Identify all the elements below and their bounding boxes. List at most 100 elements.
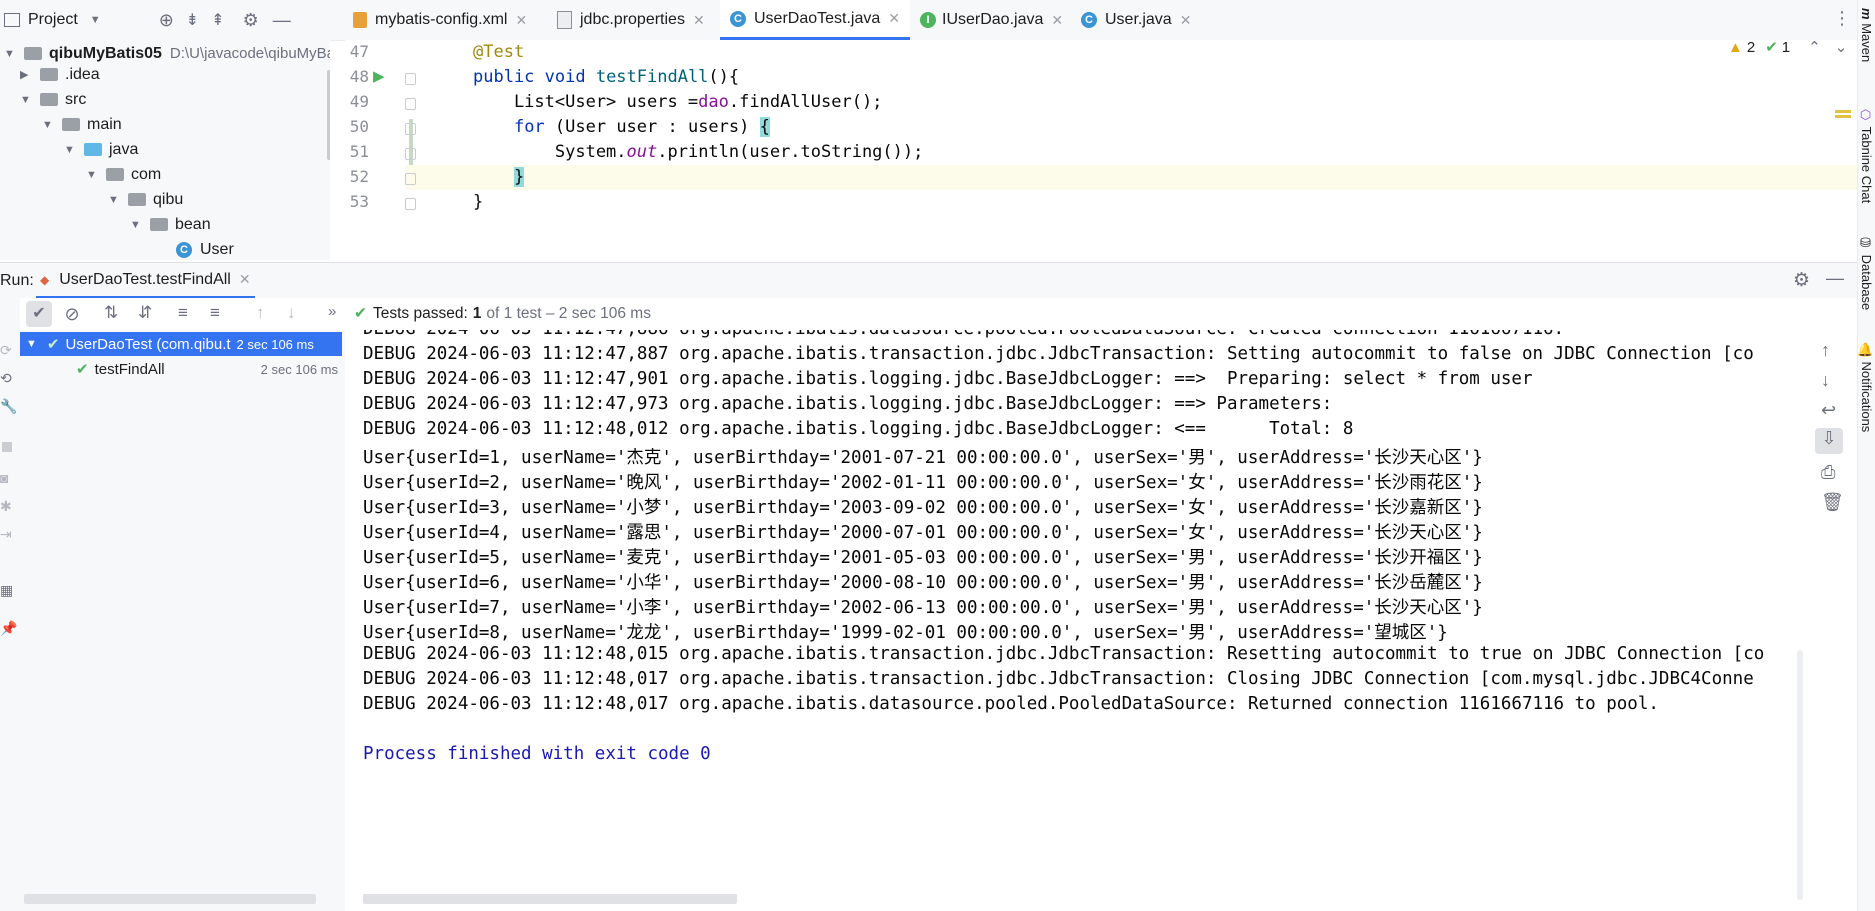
test-status: ✔ Tests passed: 1 of 1 test – 2 sec 106 … [354,304,651,323]
show-passed-toggle[interactable]: ✔ [26,301,52,327]
database-tab[interactable]: ⛁ Database [1859,236,1874,310]
notifications-label: Notifications [1859,361,1874,433]
sort-duration-icon[interactable]: ⇵ [138,303,152,323]
close-icon[interactable]: ✕ [515,12,527,29]
tree-item-label: qibu [153,190,184,208]
database-label: Database [1859,254,1874,311]
chevron-right-icon[interactable]: ▶ [20,68,34,81]
tabnine-chat-tab[interactable]: ⬡ Tabnine Chat [1859,108,1874,203]
console-line: DEBUG 2024-06-03 11:12:47,973 org.apache… [363,394,1343,414]
console-vertical-scrollbar[interactable] [1797,650,1803,900]
console-output[interactable]: DEBUG 2024-06-03 11:12:47,886 org.apache… [345,330,1805,911]
wrench-icon[interactable]: 🔧 [0,398,17,415]
tree-horizontal-scrollbar[interactable] [24,894,316,904]
chevron-down-icon[interactable]: ⌄ [1835,38,1848,56]
next-test-icon[interactable]: ↓ [287,303,296,323]
maven-tab[interactable]: m Maven [1859,8,1874,62]
tabnine-label: Tabnine Chat [1859,126,1874,204]
tab-user[interactable]: C User.java ✕ [1081,0,1191,40]
stop-icon[interactable] [2,442,12,452]
close-icon[interactable]: ✕ [239,271,251,288]
console-line: DEBUG 2024-06-03 11:12:47,886 org.apache… [363,330,1564,339]
fold-marker-icon[interactable] [405,98,416,110]
tab-mybatis-config[interactable]: mybatis-config.xml ✕ [353,0,527,40]
close-icon[interactable]: ✕ [888,10,900,27]
previous-test-icon[interactable]: ↑ [256,303,265,323]
tree-item-label: qibuMyBatis05 [49,44,162,62]
chevron-down-icon[interactable]: ▼ [64,144,78,156]
pin-icon[interactable]: 📌 [0,620,17,637]
tree-item-main[interactable]: ▼ main [42,112,122,137]
run-test-icon[interactable]: ▶ [373,67,385,85]
tree-scrollbar[interactable] [327,70,330,160]
print-icon[interactable]: ⎙ [1821,462,1835,483]
chevron-down-icon[interactable]: ▼ [26,338,37,350]
gear-icon[interactable]: ⚙ [243,10,259,31]
inspection-widget[interactable]: ▲ 2 ✔ 1 ⌃ ⌄ [1728,38,1848,57]
tree-item-user[interactable]: C User [176,237,234,260]
chevron-down-icon[interactable]: ▼ [20,94,34,106]
chevron-down-icon[interactable]: ▼ [130,219,144,231]
notifications-tab[interactable]: 🔔 Notifications [1859,342,1874,432]
tree-item-src[interactable]: ▼ src [20,87,86,112]
hide-panel-icon[interactable]: — [1826,268,1844,289]
show-ignored-icon[interactable]: ⊘ [60,302,84,326]
console-line: User{userId=8, userName='龙龙', userBirthd… [363,623,1448,643]
more-tabs-icon[interactable]: ⋮ [1833,8,1851,29]
tab-jdbc-properties[interactable]: jdbc.properties ✕ [557,0,705,40]
hide-panel-icon[interactable]: — [273,10,291,31]
tree-item-label: com [131,165,162,183]
tree-item-com[interactable]: ▼ com [86,162,161,187]
project-view-selector[interactable]: Project [28,11,78,29]
console-line: DEBUG 2024-06-03 11:12:48,015 org.apache… [363,644,1765,664]
camera-icon[interactable]: ◙ [0,470,8,486]
arrow-up-icon[interactable]: ↑ [1821,340,1830,361]
more-icon[interactable]: » [328,303,336,320]
expand-all-icon[interactable]: ⇟ [186,10,199,30]
tree-item-label: java [109,140,139,158]
expand-all-icon[interactable]: ≡ [178,303,188,323]
chevron-down-icon[interactable]: ▼ [90,14,101,26]
rerun-failed-icon[interactable]: ⟳ [0,342,12,359]
code-line: @Test [473,42,525,62]
chevron-down-icon[interactable]: ▼ [4,48,18,60]
gear-icon[interactable]: ⚙ [1793,269,1810,292]
fold-marker-icon[interactable] [405,73,416,85]
tab-userdaotest[interactable]: C UserDaoTest.java ✕ [720,0,911,40]
locate-icon[interactable]: ⊕ [159,10,174,31]
chevron-up-icon[interactable]: ⌃ [1808,38,1821,56]
arrow-down-icon[interactable]: ↓ [1821,370,1830,391]
run-tab[interactable]: ◆ UserDaoTest.testFindAll ✕ [36,263,255,299]
toggle-auto-test-icon[interactable]: ⟲ [0,370,12,387]
close-icon[interactable]: ✕ [1051,12,1063,29]
tree-item-java[interactable]: ▼ java [64,137,138,162]
trash-icon[interactable]: 🗑 [1821,492,1844,513]
tab-label: mybatis-config.xml [375,11,508,28]
collapse-all-icon[interactable]: ⇞ [211,10,224,30]
export-icon[interactable]: ⇥ [0,526,12,543]
test-suite-row[interactable]: ▼ ✔ UserDaoTest (com.qibu.t 2 sec 106 ms [20,332,342,356]
layout-icon[interactable]: ▦ [0,582,13,599]
fold-marker-icon[interactable] [405,198,416,210]
tree-item-idea[interactable]: ▶ .idea [20,62,100,87]
scroll-to-end-icon[interactable]: ⇩ [1815,428,1843,454]
collapse-all-icon[interactable]: ≡ [210,303,220,323]
sort-alpha-icon[interactable]: ⇅ [104,303,118,323]
soft-wrap-icon[interactable]: ↩ [1821,400,1836,421]
fold-marker-icon[interactable] [405,148,416,160]
console-horizontal-scrollbar[interactable] [363,894,737,904]
coverage-icon[interactable]: ✱ [0,498,12,515]
tree-item-qibu[interactable]: ▼ qibu [108,187,183,212]
test-case-label: testFindAll [94,360,165,378]
close-icon[interactable]: ✕ [693,12,705,29]
tree-item-bean[interactable]: ▼ bean [130,212,211,237]
fold-marker-icon[interactable] [405,173,416,185]
fold-marker-icon[interactable] [405,123,416,135]
chevron-down-icon[interactable]: ▼ [108,194,122,206]
chevron-down-icon[interactable]: ▼ [86,169,100,181]
test-case-row[interactable]: ✔ testFindAll 2 sec 106 ms [20,357,342,381]
tab-iuserdao[interactable]: I IUserDao.java ✕ [920,0,1063,40]
code-editor[interactable]: 47 @Test 48 public void testFindAll(){49 Li… [345,38,1857,262]
close-icon[interactable]: ✕ [1180,12,1192,29]
chevron-down-icon[interactable]: ▼ [42,119,56,131]
